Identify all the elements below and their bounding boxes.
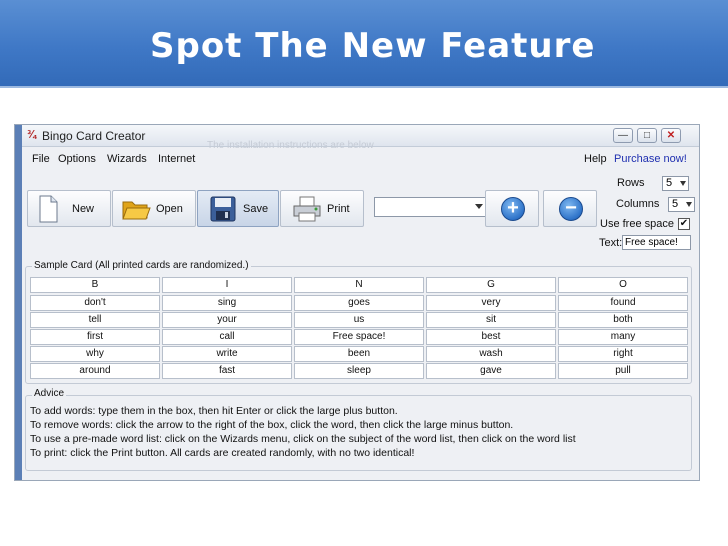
header-cell-g: G [426,277,556,293]
advice-line-add: To add words: type them in the box, then… [30,405,398,417]
remove-word-button[interactable]: − [543,190,597,227]
card-cell: fast [162,363,292,379]
app-icon: ¾ [27,129,37,141]
menu-wizards[interactable]: Wizards [107,153,147,165]
card-cell: found [558,295,688,311]
menu-file[interactable]: File [32,153,50,165]
rows-label: Rows [617,177,645,189]
open-button[interactable]: Open [112,190,196,227]
card-cell: pull [558,363,688,379]
save-label: Save [243,203,269,215]
card-cell: sing [162,295,292,311]
card-cell: write [162,346,292,362]
maximize-button[interactable]: □ [637,128,657,143]
advice-line-wizard: To use a pre-made word list: click on th… [30,433,576,445]
title-bar[interactable]: ¾ Bingo Card Creator The installation in… [22,125,699,151]
header-cell-i: I [162,277,292,293]
rows-select[interactable]: 5 [662,176,689,191]
card-cell: why [30,346,160,362]
close-button[interactable]: ✕ [661,128,681,143]
save-button[interactable]: Save [197,190,279,227]
card-cell: been [294,346,424,362]
menu-internet[interactable]: Internet [158,153,195,165]
card-cell: around [30,363,160,379]
card-cell: many [558,329,688,345]
chevron-down-icon[interactable] [680,181,686,186]
print-button[interactable]: Print [280,190,364,227]
free-space-cell: Free space! [294,329,424,345]
card-cell: best [426,329,556,345]
minus-icon: − [559,197,583,221]
new-document-icon [39,195,58,223]
columns-label: Columns [616,198,660,210]
card-cell: call [162,329,292,345]
print-label: Print [327,203,350,215]
open-folder-icon [122,201,151,220]
plus-icon: + [501,197,525,221]
header-cell-b: B [30,277,160,293]
free-space-text-input[interactable]: Free space! [622,235,691,250]
printer-icon [293,196,321,222]
chevron-down-icon[interactable] [475,204,483,209]
card-cell: us [294,312,424,328]
add-word-button[interactable]: + [485,190,539,227]
menu-options[interactable]: Options [58,153,96,165]
free-space-label: Use free space [600,218,674,230]
card-cell: goes [294,295,424,311]
window-left-frame [15,125,22,480]
card-cell: wash [426,346,556,362]
sample-card-title: Sample Card (All printed cards are rando… [32,260,251,271]
card-cell: first [30,329,160,345]
open-label: Open [156,203,183,215]
card-cell: tell [30,312,160,328]
save-disk-icon [210,196,236,222]
slide-title: Spot The New Feature [150,26,596,66]
free-space-checkbox[interactable]: ✔ [678,218,690,230]
card-cell: sleep [294,363,424,379]
card-cell: your [162,312,292,328]
rows-value: 5 [666,177,673,189]
new-label: New [72,203,95,215]
minimize-button[interactable]: — [613,128,633,143]
header-cell-n: N [294,277,424,293]
columns-value: 5 [672,198,679,210]
word-entry-combo[interactable] [374,197,487,217]
advice-line-print: To print: click the Print button. All ca… [30,447,415,459]
menu-purchase[interactable]: Purchase now! [614,153,687,165]
window-title: Bingo Card Creator [42,129,146,143]
menu-help[interactable]: Help [584,153,607,165]
card-cell: sit [426,312,556,328]
card-cell: both [558,312,688,328]
app-window: ¾ Bingo Card Creator The installation in… [14,124,700,481]
card-cell: right [558,346,688,362]
advice-title: Advice [32,388,67,399]
new-button[interactable]: New [27,190,111,227]
columns-select[interactable]: 5 [668,197,695,212]
advice-line-remove: To remove words: click the arrow to the … [30,419,514,431]
banner-divider [0,86,728,88]
chevron-down-icon[interactable] [686,202,692,207]
text-label: Text: [599,237,623,249]
header-cell-o: O [558,277,688,293]
menu-bar: File Options Wizards Internet Help Purch… [22,147,699,167]
card-cell: very [426,295,556,311]
card-cell: don't [30,295,160,311]
card-cell: gave [426,363,556,379]
